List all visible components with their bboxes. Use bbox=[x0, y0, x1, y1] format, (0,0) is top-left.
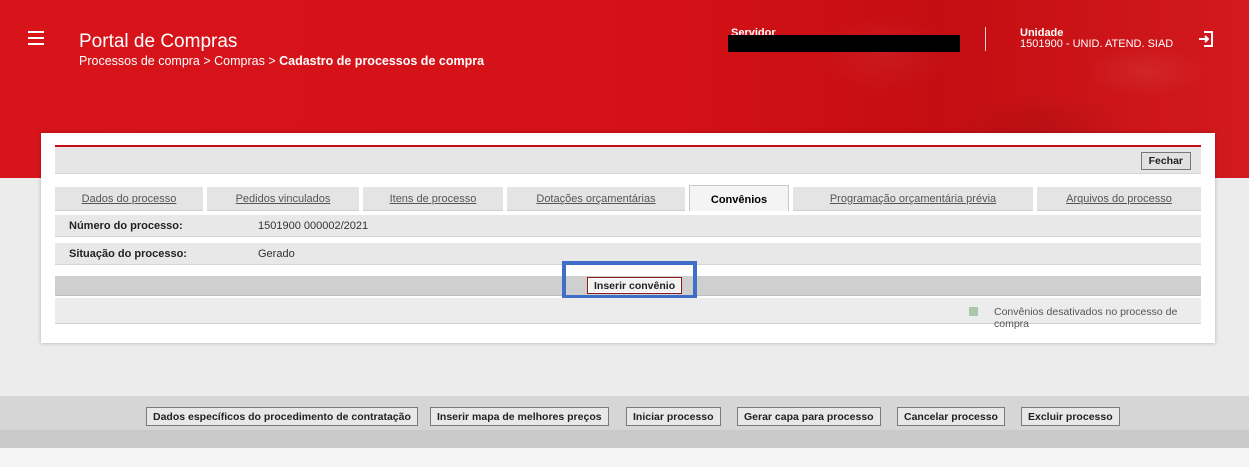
numero-processo-row: Número do processo: 1501900 000002/2021 bbox=[55, 215, 1201, 237]
tab-convenios[interactable]: Convênios bbox=[689, 185, 789, 211]
gerar-capa-button[interactable]: Gerar capa para processo bbox=[737, 407, 881, 426]
tab-dotacoes-orcamentarias[interactable]: Dotações orçamentárias bbox=[507, 187, 685, 211]
tab-programacao-orcamentaria-previa[interactable]: Programação orçamentária prévia bbox=[793, 187, 1033, 211]
situacao-processo-label: Situação do processo: bbox=[69, 248, 187, 260]
situacao-processo-value: Gerado bbox=[258, 248, 295, 260]
numero-processo-label: Número do processo: bbox=[69, 220, 183, 232]
process-tabs: Dados do processo Pedidos vinculados Ite… bbox=[55, 185, 1201, 211]
breadcrumb-current: Cadastro de processos de compra bbox=[279, 54, 485, 68]
inserir-mapa-button[interactable]: Inserir mapa de melhores preços bbox=[430, 407, 609, 426]
panel-toolbar: Fechar bbox=[55, 147, 1201, 174]
logout-icon[interactable] bbox=[1197, 30, 1215, 48]
tab-dados-do-processo[interactable]: Dados do processo bbox=[55, 187, 203, 211]
legend-swatch bbox=[969, 307, 978, 316]
tab-pedidos-vinculados[interactable]: Pedidos vinculados bbox=[207, 187, 359, 211]
iniciar-processo-button[interactable]: Iniciar processo bbox=[626, 407, 721, 426]
unidade-value: 1501900 - UNID. ATEND. SIAD bbox=[1020, 38, 1174, 50]
numero-processo-value: 1501900 000002/2021 bbox=[258, 220, 369, 232]
fechar-button[interactable]: Fechar bbox=[1140, 152, 1191, 170]
header-divider bbox=[985, 27, 986, 51]
bottom-strip bbox=[0, 430, 1249, 448]
legend-text: Convênios desativados no processo de com… bbox=[994, 306, 1178, 330]
dados-especificos-button[interactable]: Dados específicos do procedimento de con… bbox=[146, 407, 418, 426]
app-title: Portal de Compras bbox=[79, 31, 238, 52]
footer bbox=[0, 448, 1249, 467]
process-panel: Fechar Dados do processo Pedidos vincula… bbox=[41, 133, 1215, 343]
highlight-box bbox=[562, 261, 697, 299]
servidor-value-redacted bbox=[728, 35, 960, 52]
breadcrumb: Processos de compra > Compras > Cadastro… bbox=[79, 54, 484, 68]
excluir-processo-button[interactable]: Excluir processo bbox=[1021, 407, 1120, 426]
legend-row: Convênios desativados no processo de com… bbox=[55, 298, 1201, 330]
hamburger-menu-icon[interactable] bbox=[28, 31, 44, 45]
tab-itens-de-processo[interactable]: Itens de processo bbox=[363, 187, 503, 211]
tab-arquivos-do-processo[interactable]: Arquivos do processo bbox=[1037, 187, 1201, 211]
breadcrumb-path: Processos de compra > Compras > bbox=[79, 54, 280, 68]
cancelar-processo-button[interactable]: Cancelar processo bbox=[897, 407, 1005, 426]
